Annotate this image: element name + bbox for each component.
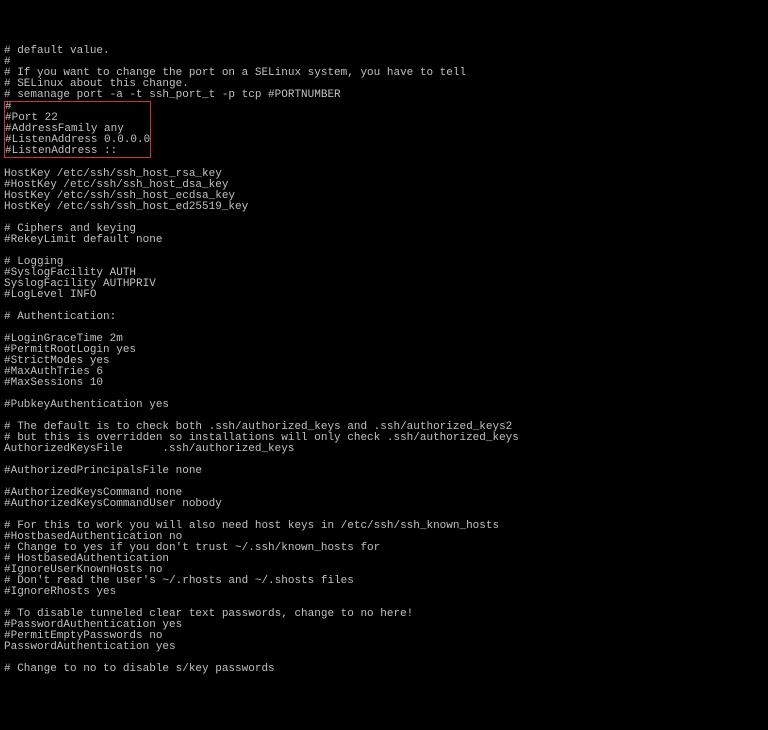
config-line: #PermitEmptyPasswords no bbox=[4, 631, 764, 642]
config-line: PasswordAuthentication yes bbox=[4, 642, 764, 653]
config-line: # semanage port -a -t ssh_port_t -p tcp … bbox=[4, 90, 764, 101]
config-line: #ListenAddress :: bbox=[5, 146, 150, 157]
config-line: #StrictModes yes bbox=[4, 356, 764, 367]
config-line: HostKey /etc/ssh/ssh_host_ed25519_key bbox=[4, 202, 764, 213]
config-line: #MaxSessions 10 bbox=[4, 378, 764, 389]
config-line: #AuthorizedKeysCommandUser nobody bbox=[4, 499, 764, 510]
config-line bbox=[4, 246, 764, 257]
config-line: #IgnoreRhosts yes bbox=[4, 587, 764, 598]
config-line: # Change to no to disable s/key password… bbox=[4, 664, 764, 675]
config-line: # Don't read the user's ~/.rhosts and ~/… bbox=[4, 576, 764, 587]
config-line: #PasswordAuthentication yes bbox=[4, 620, 764, 631]
config-line: #AuthorizedPrincipalsFile none bbox=[4, 466, 764, 477]
config-line: #MaxAuthTries 6 bbox=[4, 367, 764, 378]
config-line: SyslogFacility AUTHPRIV bbox=[4, 279, 764, 290]
highlighted-section: ##Port 22#AddressFamily any#ListenAddres… bbox=[4, 101, 151, 158]
config-line: #PubkeyAuthentication yes bbox=[4, 400, 764, 411]
config-line: #RekeyLimit default none bbox=[4, 235, 764, 246]
config-line bbox=[4, 598, 764, 609]
config-line bbox=[4, 653, 764, 664]
config-line: #LogLevel INFO bbox=[4, 290, 764, 301]
config-line bbox=[4, 301, 764, 312]
config-line: # To disable tunneled clear text passwor… bbox=[4, 609, 764, 620]
config-line: AuthorizedKeysFile .ssh/authorized_keys bbox=[4, 444, 764, 455]
config-line: #PermitRootLogin yes bbox=[4, 345, 764, 356]
config-line: # Authentication: bbox=[4, 312, 764, 323]
config-line: # default value. bbox=[4, 46, 764, 57]
